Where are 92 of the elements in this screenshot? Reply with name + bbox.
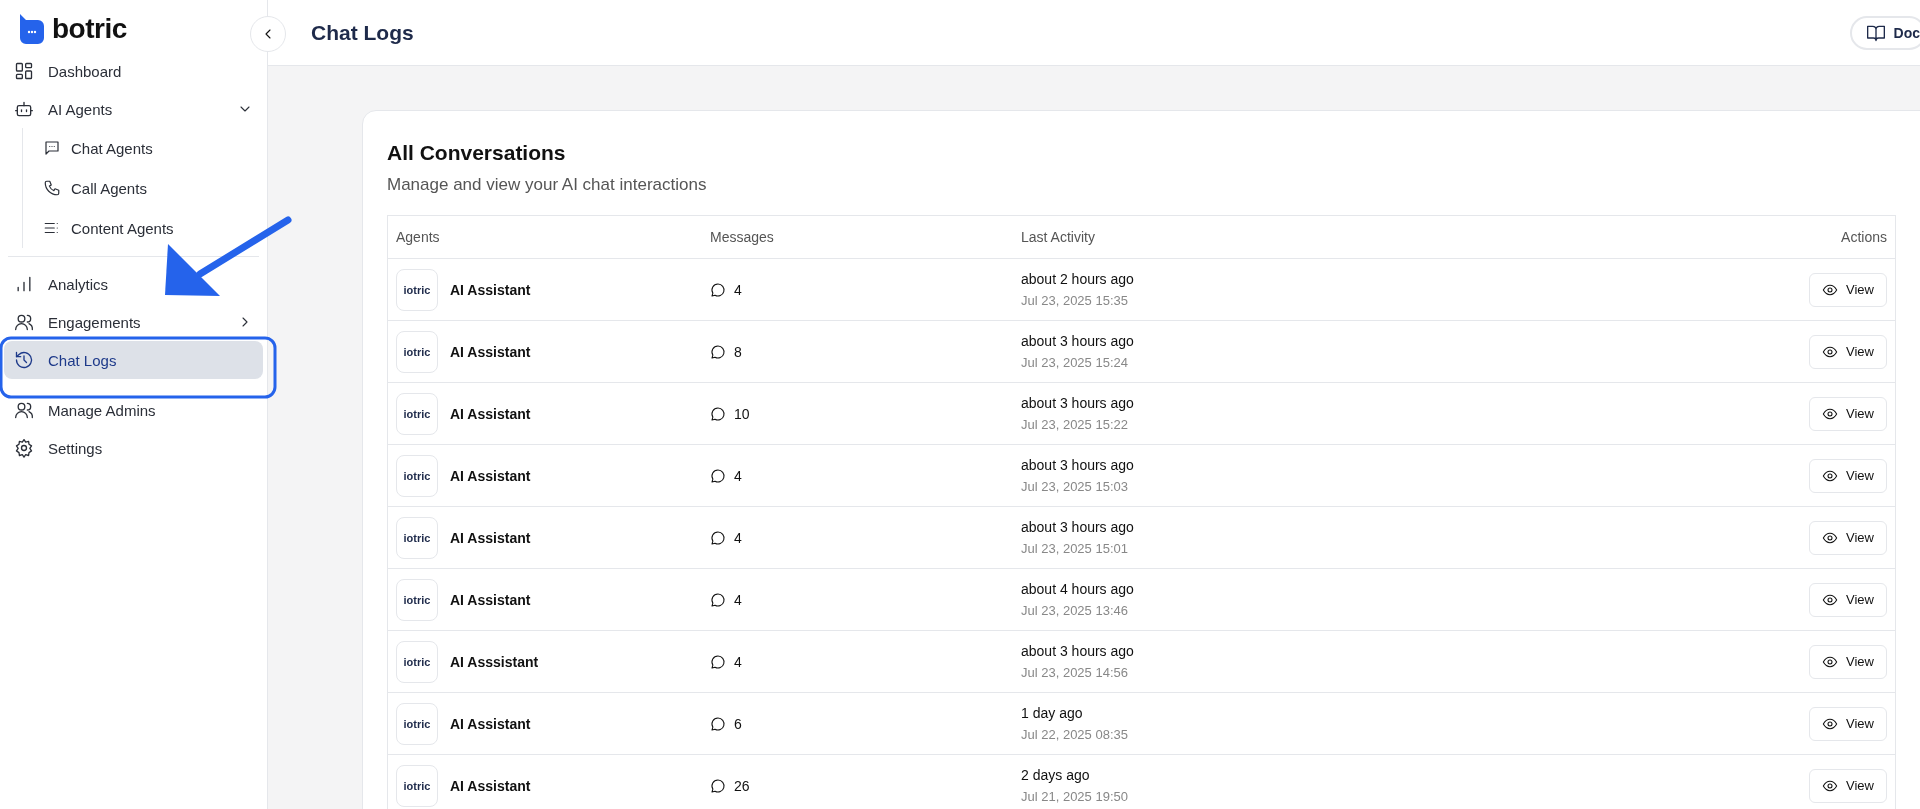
relative-time: 1 day ago: [1021, 705, 1084, 721]
speech-bubble-icon: [710, 653, 726, 670]
relative-time: about 2 hours ago: [1021, 271, 1135, 287]
phone-icon: [43, 179, 61, 197]
nav-item[interactable]: Engagements: [4, 303, 263, 341]
nav-item[interactable]: Manage Admins: [4, 391, 263, 429]
collapse-button[interactable]: [250, 16, 286, 52]
timestamp: Jul 21, 2025 19:50: [1021, 789, 1129, 804]
agent-name: AI Assistant: [450, 529, 531, 546]
view-button[interactable]: View: [1809, 396, 1887, 431]
column-header: Messages: [702, 215, 1013, 259]
nav-item[interactable]: AI Agents: [4, 90, 263, 128]
page-title: Chat Logs: [311, 20, 414, 45]
docs-button[interactable]: Doc: [1849, 15, 1920, 50]
speech-bubble-icon: [710, 281, 726, 298]
agent-name: AI Assistant: [450, 405, 531, 422]
speech-bubble-icon: [710, 591, 726, 608]
agent-logo: iotric: [396, 454, 438, 497]
speech-bubble-icon: [710, 405, 726, 422]
users-icon: [14, 312, 34, 332]
agent-name: AI Assistant: [450, 715, 531, 732]
message-count: 4: [734, 653, 742, 670]
timestamp: Jul 23, 2025 13:46: [1021, 603, 1129, 618]
agent-logo: iotric: [396, 764, 438, 807]
message-count: 4: [734, 529, 742, 546]
brand-name: botric: [52, 13, 127, 45]
agent-name: AI Asssistant: [450, 653, 539, 670]
message-count: 6: [734, 715, 742, 732]
relative-time: about 3 hours ago: [1021, 643, 1135, 659]
speech-bubble-icon: [710, 467, 726, 484]
agent-name: AI Assistant: [450, 343, 531, 360]
timestamp: Jul 23, 2025 15:35: [1021, 293, 1129, 308]
agent-name: AI Assistant: [450, 777, 531, 794]
speech-bubble-icon: [710, 777, 726, 794]
timestamp: Jul 22, 2025 08:35: [1021, 727, 1129, 742]
history-icon: [14, 350, 34, 370]
nav-item[interactable]: Dashboard: [4, 52, 263, 90]
message-count: 26: [734, 777, 750, 794]
card-title: All Conversations: [387, 141, 567, 165]
robot-icon: [14, 99, 34, 119]
grid-icon: [14, 61, 34, 81]
agent-logo: iotric: [396, 392, 438, 435]
timestamp: Jul 23, 2025 14:56: [1021, 665, 1129, 680]
view-button[interactable]: View: [1809, 334, 1887, 369]
speech-bubble-icon: [710, 343, 726, 360]
relative-time: about 4 hours ago: [1021, 581, 1135, 597]
timestamp: Jul 23, 2025 15:22: [1021, 417, 1129, 432]
timestamp: Jul 23, 2025 15:24: [1021, 355, 1129, 370]
agent-logo: iotric: [396, 578, 438, 621]
view-button[interactable]: View: [1809, 272, 1887, 307]
view-button[interactable]: View: [1809, 706, 1887, 741]
timestamp: Jul 23, 2025 15:01: [1021, 541, 1129, 556]
gear-icon: [14, 438, 34, 458]
message-count: 4: [734, 281, 742, 298]
column-header: Actions: [1522, 215, 1896, 259]
nav-item[interactable]: Settings: [4, 429, 263, 467]
nav-item[interactable]: Chat Agents: [33, 128, 263, 168]
agent-logo: iotric: [396, 330, 438, 373]
chat-icon: [43, 139, 61, 157]
relative-time: about 3 hours ago: [1021, 519, 1135, 535]
speech-bubble-icon: [710, 715, 726, 732]
relative-time: 2 days ago: [1021, 767, 1091, 783]
message-count: 10: [734, 405, 750, 422]
agent-logo: iotric: [396, 702, 438, 745]
agent-name: AI Assistant: [450, 281, 531, 298]
message-count: 4: [734, 591, 742, 608]
nav-item[interactable]: Call Agents: [33, 168, 263, 208]
view-button[interactable]: View: [1809, 582, 1887, 617]
timestamp: Jul 23, 2025 15:03: [1021, 479, 1129, 494]
message-count: 8: [734, 343, 742, 360]
relative-time: about 3 hours ago: [1021, 333, 1135, 349]
relative-time: about 3 hours ago: [1021, 457, 1135, 473]
view-button[interactable]: View: [1809, 644, 1887, 679]
agent-name: AI Assistant: [450, 467, 531, 484]
users-icon: [14, 400, 34, 420]
agent-name: AI Assistant: [450, 591, 531, 608]
message-count: 4: [734, 467, 742, 484]
agent-logo: iotric: [396, 640, 438, 683]
column-header: Agents: [387, 215, 702, 259]
relative-time: about 3 hours ago: [1021, 395, 1135, 411]
agent-logo: iotric: [396, 268, 438, 311]
view-button[interactable]: View: [1809, 768, 1887, 803]
nav-item[interactable]: Chat Logs: [4, 341, 263, 379]
view-button[interactable]: View: [1809, 458, 1887, 493]
view-button[interactable]: View: [1809, 520, 1887, 555]
nav-item[interactable]: Content Agents: [33, 208, 263, 248]
agent-logo: iotric: [396, 516, 438, 559]
nav-item[interactable]: Analytics: [4, 265, 263, 303]
card-subtitle: Manage and view your AI chat interactions: [387, 175, 708, 195]
speech-bubble-icon: [710, 529, 726, 546]
logo-icon: [18, 14, 44, 44]
column-header: Last Activity: [1013, 215, 1523, 259]
